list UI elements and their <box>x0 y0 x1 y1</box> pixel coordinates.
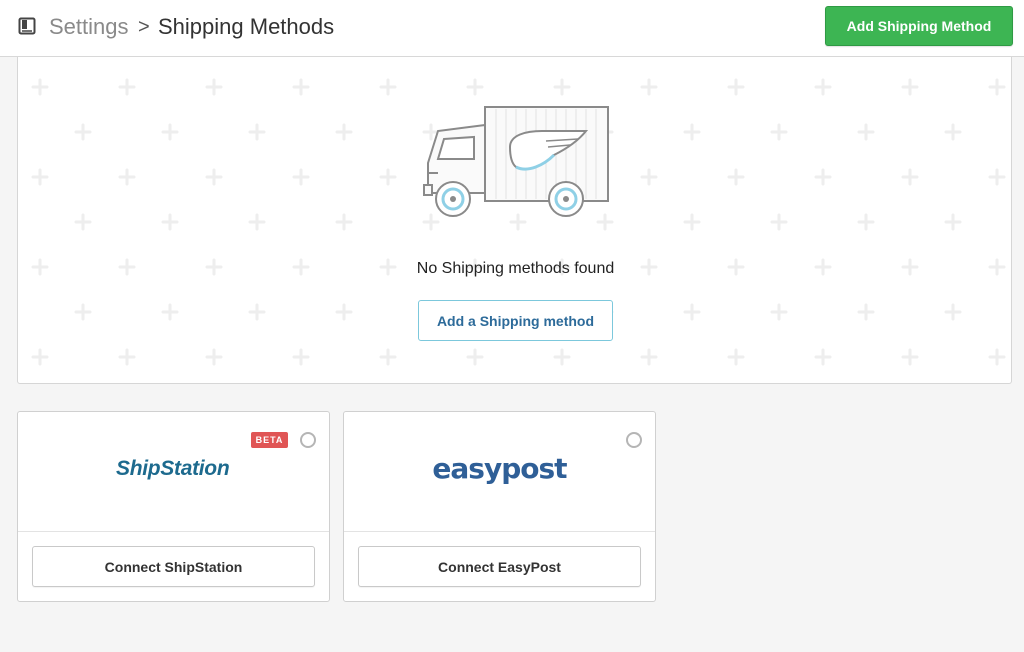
delivery-truck-icon <box>423 106 609 217</box>
plus-pattern-mark <box>727 168 745 186</box>
plus-pattern-mark <box>857 123 875 141</box>
plus-pattern-mark <box>944 303 962 321</box>
plus-pattern-mark <box>31 348 49 366</box>
plus-pattern-mark <box>770 213 788 231</box>
plus-pattern-mark <box>683 303 701 321</box>
plus-pattern-mark <box>379 168 397 186</box>
shipstation-card: BETA ShipStation Connect ShipStation <box>17 411 330 602</box>
plus-pattern-mark <box>814 78 832 96</box>
beta-badge: BETA <box>251 432 288 448</box>
plus-pattern-mark <box>335 213 353 231</box>
plus-pattern-mark <box>335 123 353 141</box>
easypost-card-header: easypost <box>344 412 655 532</box>
plus-pattern-mark <box>74 303 92 321</box>
plus-pattern-mark <box>118 348 136 366</box>
plus-pattern-mark <box>248 213 266 231</box>
empty-state-panel: No Shipping methods found Add a Shipping… <box>17 57 1012 384</box>
easypost-logo: easypost <box>432 452 567 485</box>
plus-pattern-mark <box>335 303 353 321</box>
plus-pattern-mark <box>857 303 875 321</box>
plus-pattern-mark <box>683 213 701 231</box>
plus-pattern-mark <box>205 78 223 96</box>
plus-pattern-mark <box>292 78 310 96</box>
plus-pattern-mark <box>901 168 919 186</box>
plus-pattern-mark <box>161 123 179 141</box>
top-bar: Settings > Shipping Methods Add Shipping… <box>0 0 1024 57</box>
connect-easypost-button[interactable]: Connect EasyPost <box>358 546 641 587</box>
breadcrumb-separator: > <box>138 16 150 38</box>
plus-pattern-mark <box>118 168 136 186</box>
plus-pattern-mark <box>118 78 136 96</box>
plus-pattern-mark <box>901 78 919 96</box>
plus-pattern-mark <box>901 348 919 366</box>
connect-shipstation-button[interactable]: Connect ShipStation <box>32 546 315 587</box>
plus-pattern-mark <box>683 123 701 141</box>
plus-pattern-mark <box>161 303 179 321</box>
plus-pattern-mark <box>74 213 92 231</box>
breadcrumb-settings[interactable]: Settings <box>49 13 129 41</box>
plus-pattern-mark <box>31 78 49 96</box>
shipstation-card-header: BETA ShipStation <box>18 412 329 532</box>
plus-pattern-mark <box>770 123 788 141</box>
plus-pattern-mark <box>727 78 745 96</box>
plus-pattern-mark <box>640 348 658 366</box>
plus-pattern-mark <box>727 348 745 366</box>
plus-pattern-mark <box>31 168 49 186</box>
plus-pattern-mark <box>466 348 484 366</box>
book-icon <box>18 17 36 35</box>
plus-pattern-mark <box>379 78 397 96</box>
plus-pattern-mark <box>248 123 266 141</box>
plus-pattern-mark <box>770 303 788 321</box>
plus-pattern-mark <box>640 168 658 186</box>
plus-pattern-mark <box>74 123 92 141</box>
plus-pattern-mark <box>988 78 1006 96</box>
plus-pattern-mark <box>466 78 484 96</box>
easypost-radio[interactable] <box>626 432 642 448</box>
easypost-card: easypost Connect EasyPost <box>343 411 656 602</box>
plus-pattern-mark <box>161 213 179 231</box>
plus-pattern-mark <box>988 168 1006 186</box>
plus-pattern-mark <box>292 348 310 366</box>
plus-pattern-mark <box>248 303 266 321</box>
plus-pattern-mark <box>944 123 962 141</box>
plus-pattern-mark <box>944 213 962 231</box>
plus-pattern-mark <box>553 348 571 366</box>
plus-pattern-mark <box>205 168 223 186</box>
shipstation-logo: ShipStation <box>116 457 230 480</box>
plus-pattern-mark <box>553 78 571 96</box>
add-shipping-method-button[interactable]: Add Shipping Method <box>825 6 1013 46</box>
plus-pattern-mark <box>292 168 310 186</box>
shipstation-radio[interactable] <box>300 432 316 448</box>
plus-pattern-mark <box>857 213 875 231</box>
plus-pattern-mark <box>640 78 658 96</box>
page-title: Shipping Methods <box>158 14 335 39</box>
add-shipping-method-link-button[interactable]: Add a Shipping method <box>418 300 613 341</box>
plus-pattern-mark <box>814 168 832 186</box>
plus-pattern-mark <box>814 348 832 366</box>
empty-state-message: No Shipping methods found <box>416 260 615 277</box>
plus-pattern-mark <box>988 348 1006 366</box>
plus-pattern-mark <box>205 348 223 366</box>
plus-pattern-mark <box>379 348 397 366</box>
